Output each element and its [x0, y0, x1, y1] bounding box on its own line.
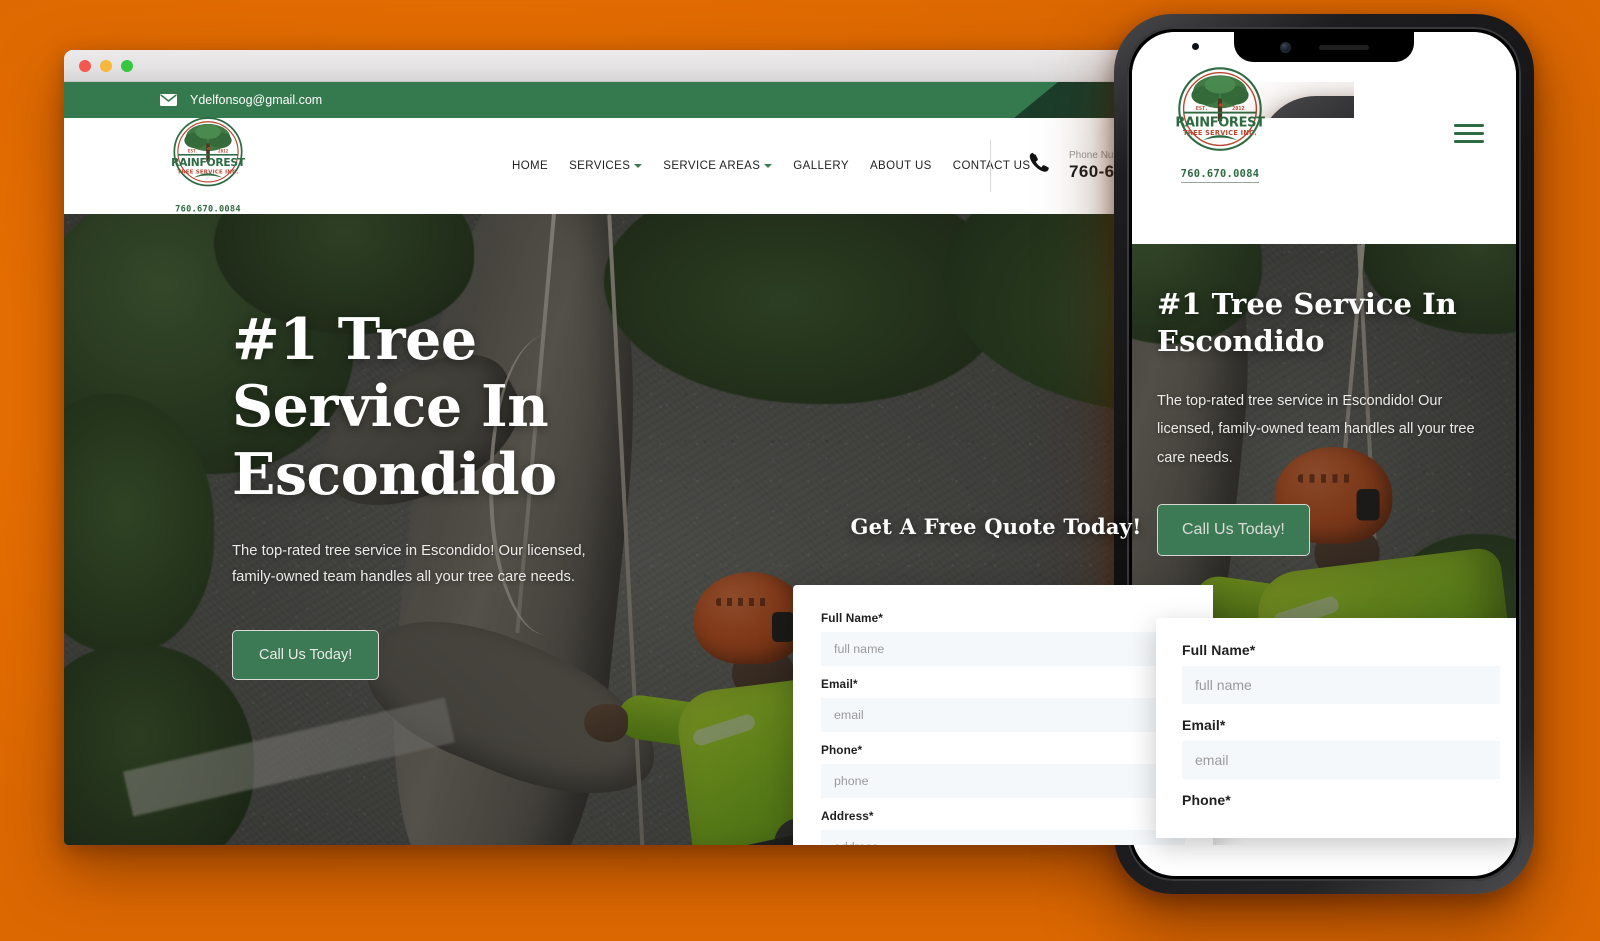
- address-input[interactable]: [821, 830, 1185, 845]
- phone-notch: [1234, 32, 1414, 62]
- field-label-phone: Phone*: [821, 743, 863, 757]
- close-window-button[interactable]: [79, 59, 91, 72]
- nav-item-gallery[interactable]: GALLERY: [793, 160, 849, 172]
- svg-text:2012: 2012: [218, 149, 229, 155]
- mobile-field-label-full-name: Full Name*: [1182, 642, 1256, 658]
- nav-item-about-us[interactable]: ABOUT US: [870, 160, 932, 172]
- mobile-field-label-phone: Phone*: [1182, 792, 1231, 808]
- svg-text:RAINFOREST: RAINFOREST: [1175, 115, 1265, 130]
- svg-text:TREE SERVICE INC.: TREE SERVICE INC.: [1183, 129, 1257, 137]
- mobile-full-name-input[interactable]: [1182, 666, 1500, 704]
- nav-item-services[interactable]: SERVICES: [569, 160, 643, 172]
- nav-label: SERVICE AREAS: [663, 160, 761, 172]
- svg-text:EST.: EST.: [188, 149, 198, 155]
- envelope-icon: [158, 94, 178, 106]
- chevron-down-icon: [764, 164, 773, 168]
- field-label-full-name: Full Name*: [821, 611, 883, 625]
- mobile-site-logo[interactable]: EST. 2012 RAINFOREST TREE SERVICE INC. 7…: [1168, 64, 1272, 184]
- site-logo[interactable]: EST. 2012 RAINFOREST TREE SERVICE INC. 7…: [165, 115, 251, 218]
- phone-screen: EST. 2012 RAINFOREST TREE SERVICE INC. 7…: [1132, 32, 1516, 876]
- chevron-down-icon: [634, 164, 643, 168]
- nav-label: HOME: [512, 160, 549, 172]
- mobile-quote-form-card: Full Name* Email* Phone*: [1156, 618, 1516, 838]
- mobile-hero-heading: #1 Tree Service In Escondido: [1157, 287, 1457, 358]
- nav-item-service-areas[interactable]: SERVICE AREAS: [663, 160, 773, 172]
- topbar-email[interactable]: Ydelfonsog@gmail.com: [158, 93, 322, 107]
- hamburger-menu-icon[interactable]: [1454, 124, 1484, 143]
- phone-input[interactable]: [821, 764, 1185, 798]
- call-us-today-button[interactable]: Call Us Today!: [232, 630, 380, 681]
- svg-text:TREE SERVICE INC.: TREE SERVICE INC.: [177, 169, 238, 175]
- mobile-hero-content: #1 Tree Service In Escondido The top-rat…: [1132, 244, 1516, 556]
- quote-form-card: Full Name* Email* Phone* Address* Servic…: [793, 585, 1213, 845]
- nav-item-home[interactable]: HOME: [512, 160, 548, 172]
- logo-badge-icon: EST. 2012 RAINFOREST TREE SERVICE INC.: [165, 115, 251, 199]
- hero-subheading: The top-rated tree service in Escondido!…: [232, 542, 586, 586]
- field-label-address: Address*: [821, 809, 874, 823]
- mobile-hero-subheading: The top-rated tree service in Escondido!…: [1157, 393, 1475, 466]
- svg-text:EST.: EST.: [1196, 106, 1209, 112]
- svg-text:2012: 2012: [1232, 106, 1245, 112]
- field-label-email: Email*: [821, 677, 858, 691]
- hero-heading: #1 Tree Service In Escondido: [232, 306, 557, 508]
- svg-text:RAINFOREST: RAINFOREST: [171, 156, 246, 169]
- burger-line: [1454, 132, 1484, 135]
- burger-line: [1454, 140, 1484, 143]
- nav-label: SERVICES: [569, 160, 631, 172]
- earpiece-speaker: [1318, 44, 1369, 50]
- mobile-email-input[interactable]: [1182, 741, 1500, 779]
- primary-nav: HOME SERVICES SERVICE AREAS GALLERY ABOU…: [512, 160, 1030, 172]
- logo-badge-icon: EST. 2012 RAINFOREST TREE SERVICE INC.: [1168, 64, 1272, 164]
- mobile-field-label-email: Email*: [1182, 717, 1226, 733]
- phone-handset-icon: [1027, 150, 1055, 183]
- mobile-header: EST. 2012 RAINFOREST TREE SERVICE INC. 7…: [1132, 32, 1516, 244]
- email-input[interactable]: [821, 698, 1185, 732]
- proximity-sensor-icon: [1192, 43, 1199, 50]
- minimize-window-button[interactable]: [100, 59, 112, 72]
- burger-line: [1454, 124, 1484, 127]
- logo-phone-number: 760.670.0084: [1180, 168, 1260, 184]
- maximize-window-button[interactable]: [121, 59, 133, 72]
- nav-label: ABOUT US: [869, 160, 932, 172]
- full-name-input[interactable]: [821, 632, 1185, 666]
- phone-mockup: EST. 2012 RAINFOREST TREE SERVICE INC. 7…: [1114, 14, 1534, 894]
- quote-form-heading: Get A Free Quote Today!: [850, 514, 1142, 539]
- nav-label: GALLERY: [793, 160, 849, 172]
- phone-bezel: EST. 2012 RAINFOREST TREE SERVICE INC. 7…: [1127, 27, 1521, 881]
- front-camera-icon: [1279, 41, 1291, 53]
- topbar-email-text: Ydelfonsog@gmail.com: [190, 93, 323, 107]
